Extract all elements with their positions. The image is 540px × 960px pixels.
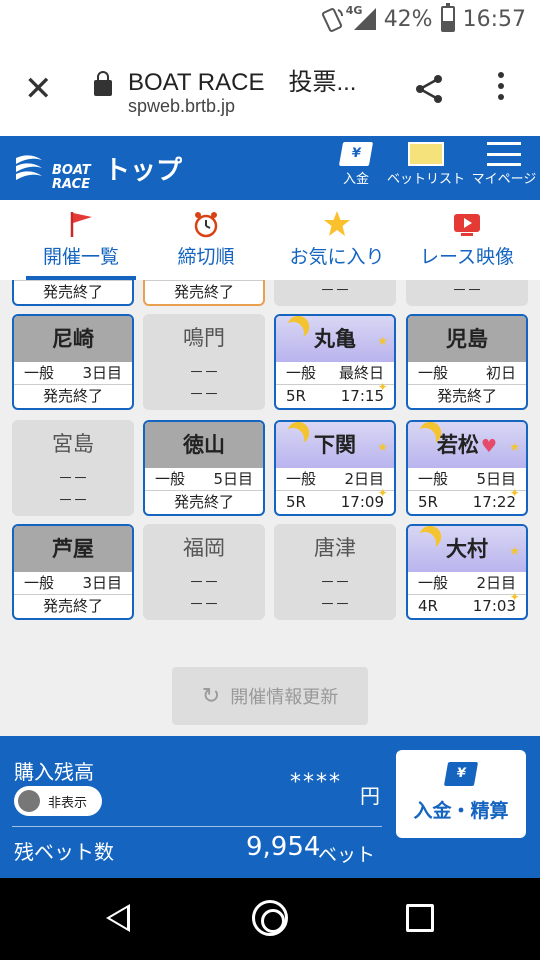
remaining-bets-value: 9,954 xyxy=(246,832,321,862)
status-bar: 4G 42% 16:57 xyxy=(0,0,540,44)
venue-name: 丸亀 xyxy=(314,327,356,351)
refresh-icon: ↻ xyxy=(201,683,221,709)
stars-icon: ★ ✦ xyxy=(509,544,520,604)
moon-icon xyxy=(411,529,439,557)
tab-bar: 開催一覧 締切順 お気に入り レース映像 xyxy=(0,200,540,280)
balance-unit: 円 xyxy=(360,784,380,808)
venue-card[interactable]: 発売終了 xyxy=(143,280,265,306)
bet-list-button[interactable]: ベットリスト xyxy=(386,142,466,187)
venue-card-omura[interactable]: ★ ✦ 大村 一般 2日目 4R 17:03 xyxy=(406,524,528,620)
browser-toolbar: ✕ BOAT RACE 投票... spweb.brtb.jp xyxy=(0,44,540,136)
tab-deadline-order[interactable]: 締切順 xyxy=(166,210,246,280)
alarm-clock-icon xyxy=(192,210,220,238)
venue-name: 宮島 xyxy=(52,432,94,456)
back-icon[interactable] xyxy=(106,904,130,932)
url-host[interactable]: spweb.brtb.jp xyxy=(128,96,235,117)
venue-name: 唐津 xyxy=(314,536,356,560)
moon-icon xyxy=(279,319,307,347)
hamburger-menu-icon xyxy=(487,142,521,166)
venue-card-naruto[interactable]: 鳴門 －－ －－ xyxy=(143,314,265,410)
home-icon[interactable] xyxy=(252,900,288,936)
venue-card-miyajima[interactable]: 宮島 －－ －－ xyxy=(12,420,134,516)
venue-card-wakamatsu[interactable]: ★ ✦ 若松 ♥ 一般 5日目 5R 17:22 xyxy=(406,420,528,516)
venue-name: 芦屋 xyxy=(14,526,132,572)
balance-title: 購入残高 xyxy=(14,760,94,784)
more-menu-icon[interactable] xyxy=(496,72,506,106)
my-page-button[interactable]: マイページ xyxy=(468,142,540,187)
tab-favorites[interactable]: お気に入り xyxy=(282,210,392,280)
stars-icon: ★ ✦ xyxy=(377,334,388,394)
close-icon[interactable]: ✕ xyxy=(24,72,53,106)
moon-icon xyxy=(411,425,439,453)
venue-name: 若松 xyxy=(436,433,479,457)
lock-icon xyxy=(94,71,112,96)
favorite-heart-icon: ♥ xyxy=(480,436,498,457)
bet-list-icon xyxy=(408,142,444,166)
app-header: BOAT RACE トップ ¥ 入金 ベットリスト マイページ xyxy=(0,136,540,200)
deposit-settle-button[interactable]: ¥ 入金・精算 xyxy=(396,750,526,838)
boat-race-logo[interactable]: BOAT RACE xyxy=(14,150,91,192)
venue-card[interactable]: －－ xyxy=(406,280,528,306)
deposit-button[interactable]: ¥ 入金 xyxy=(336,142,376,187)
signal-icon: 4G xyxy=(346,4,376,30)
venue-name: 尼崎 xyxy=(14,316,132,362)
venue-name: 鳴門 xyxy=(183,326,225,350)
divider xyxy=(12,826,382,827)
battery-percent: 42% xyxy=(383,6,433,32)
refresh-venue-info-button[interactable]: ↻ 開催情報更新 xyxy=(172,667,368,725)
hide-balance-toggle[interactable]: 非表示 xyxy=(14,786,102,816)
deposit-ticket-icon: ¥ xyxy=(443,762,479,786)
venue-name: 児島 xyxy=(408,316,526,362)
venue-card-karatsu[interactable]: 唐津 －－ －－ xyxy=(274,524,396,620)
system-nav-bar xyxy=(0,878,540,960)
header-title: トップ xyxy=(104,156,183,186)
venue-name: 大村 xyxy=(446,537,488,561)
stars-icon: ★ ✦ xyxy=(509,440,520,500)
sales-status: 発売終了 xyxy=(145,490,263,512)
venue-name: 徳山 xyxy=(145,422,263,468)
venue-card[interactable]: －－ xyxy=(274,280,396,306)
venue-card-amagasaki[interactable]: 尼崎 一般 3日目 発売終了 xyxy=(12,314,134,410)
venue-card-tokuyama[interactable]: 徳山 一般 5日目 発売終了 xyxy=(143,420,265,516)
remaining-bets-unit: ベット xyxy=(318,844,376,866)
venue-card-marugame[interactable]: ★ ✦ 丸亀 一般 最終日 5R 17:15 xyxy=(274,314,396,410)
remaining-bets-label: 残ベット数 xyxy=(14,840,114,864)
tab-race-video[interactable]: レース映像 xyxy=(414,210,520,280)
page-title: BOAT RACE 投票... xyxy=(128,69,357,96)
venue-card[interactable]: 発売終了 xyxy=(12,280,134,306)
venue-name: 福岡 xyxy=(183,536,225,560)
recent-apps-icon[interactable] xyxy=(406,904,434,932)
venue-card-kojima[interactable]: 児島 一般 初日 発売終了 xyxy=(406,314,528,410)
video-play-icon xyxy=(453,210,481,238)
venue-card-shimonoseki[interactable]: ★ ✦ 下関 一般 2日目 5R 17:09 xyxy=(274,420,396,516)
wifi-calling-icon xyxy=(320,6,346,32)
venue-card-fukuoka[interactable]: 福岡 －－ －－ xyxy=(143,524,265,620)
venue-card-ashiya[interactable]: 芦屋 一般 3日目 発売終了 xyxy=(12,524,134,620)
share-icon[interactable] xyxy=(412,72,446,106)
toggle-knob xyxy=(18,790,40,812)
battery-icon xyxy=(440,3,455,32)
tab-venue-list[interactable]: 開催一覧 xyxy=(26,210,136,280)
venue-name: 下関 xyxy=(314,433,356,457)
sales-status: 発売終了 xyxy=(14,594,132,616)
flag-icon xyxy=(67,210,95,238)
purchase-balance-panel: 購入残高 非表示 **** 円 残ベット数 9,954 ベット ¥ 入金・精算 xyxy=(0,736,540,878)
venue-grid: 発売終了 発売終了 －－ －－ 尼崎 一般 3日目 発売終了 鳴門 －－ －－ ★… xyxy=(0,280,540,640)
balance-value: **** xyxy=(290,770,342,795)
sales-status: 発売終了 xyxy=(408,384,526,406)
deposit-ticket-icon: ¥ xyxy=(338,142,374,166)
star-icon xyxy=(323,210,351,238)
clock: 16:57 xyxy=(462,6,526,32)
stars-icon: ★ ✦ xyxy=(377,440,388,500)
moon-icon xyxy=(279,425,307,453)
sales-status: 発売終了 xyxy=(14,384,132,406)
